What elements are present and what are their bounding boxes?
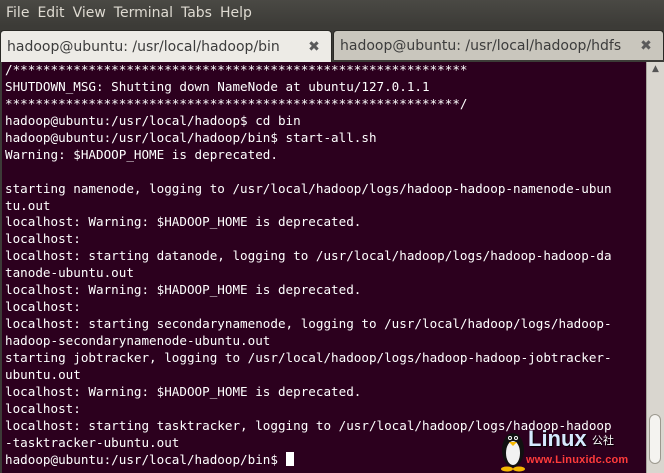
terminal-line: tanode-ubuntu.out xyxy=(5,265,134,281)
tab-label: hadoop@ubuntu: /usr/local/hadoop/hdfs xyxy=(340,37,622,54)
terminal-line: starting namenode, logging to /usr/local… xyxy=(5,180,612,196)
terminal-line: localhost: starting secondarynamenode, l… xyxy=(5,316,612,332)
terminal-line: tu.out xyxy=(5,197,51,213)
menu-help[interactable]: Help xyxy=(216,0,256,26)
menu-tabs[interactable]: Tabs xyxy=(177,0,216,26)
terminal-line: /***************************************… xyxy=(5,62,468,77)
close-icon[interactable]: ✖ xyxy=(635,38,657,54)
scroll-up-arrow-icon[interactable]: ▲ xyxy=(647,62,664,76)
terminal-line: localhost: xyxy=(5,400,81,416)
terminal-line: hadoop-secondarynamenode-ubuntu.out xyxy=(5,333,271,348)
tab-label: hadoop@ubuntu: /usr/local/hadoop/bin xyxy=(7,38,280,55)
tab-hdfs[interactable]: hadoop@ubuntu: /usr/local/hadoop/hdfs ✖ xyxy=(333,30,664,60)
tab-bin[interactable]: hadoop@ubuntu: /usr/local/hadoop/bin ✖ xyxy=(0,30,332,62)
menu-bar: File Edit View Terminal Tabs Help xyxy=(0,0,664,26)
terminal-output[interactable]: /***************************************… xyxy=(2,62,646,473)
scrollbar-thumb[interactable] xyxy=(649,414,661,464)
menu-terminal[interactable]: Terminal xyxy=(110,0,177,26)
terminal-line: hadoop@ubuntu:/usr/local/hadoop/bin$ sta… xyxy=(5,129,377,145)
terminal-line: localhost: Warning: $HADOOP_HOME is depr… xyxy=(5,282,362,298)
terminal-line: hadoop@ubuntu:/usr/local/hadoop$ cd bin xyxy=(5,112,301,128)
terminal-prompt-line[interactable]: hadoop@ubuntu:/usr/local/hadoop/bin$ xyxy=(5,451,646,469)
terminal-line: localhost: Warning: $HADOOP_HOME is depr… xyxy=(5,214,362,230)
terminal-line: localhost: Warning: $HADOOP_HOME is depr… xyxy=(5,383,362,399)
menu-file[interactable]: File xyxy=(2,0,33,26)
terminal-line: localhost: starting datanode, logging to… xyxy=(5,248,612,264)
terminal-line: localhost: xyxy=(5,231,81,247)
terminal-prompt: hadoop@ubuntu:/usr/local/hadoop/bin$ xyxy=(5,451,286,467)
terminal-line: localhost: starting tasktracker, logging… xyxy=(5,417,612,433)
terminal-line: ubuntu.out xyxy=(5,366,81,382)
terminal-line: localhost: xyxy=(5,299,81,315)
terminal-line: Warning: $HADOOP_HOME is deprecated. xyxy=(5,146,278,162)
terminal-line: -tasktracker-ubuntu.out xyxy=(5,434,180,450)
menu-view[interactable]: View xyxy=(69,0,110,26)
text-cursor xyxy=(285,451,294,466)
tab-bar: hadoop@ubuntu: /usr/local/hadoop/bin ✖ h… xyxy=(0,26,664,62)
terminal-line: SHUTDOWN_MSG: Shutting down NameNode at … xyxy=(5,78,430,94)
terminal-line: ****************************************… xyxy=(5,95,468,111)
terminal-line: starting jobtracker, logging to /usr/loc… xyxy=(5,349,612,365)
close-icon[interactable]: ✖ xyxy=(303,39,325,55)
vertical-scrollbar[interactable]: ▲ xyxy=(646,62,664,473)
menu-edit[interactable]: Edit xyxy=(33,0,68,26)
